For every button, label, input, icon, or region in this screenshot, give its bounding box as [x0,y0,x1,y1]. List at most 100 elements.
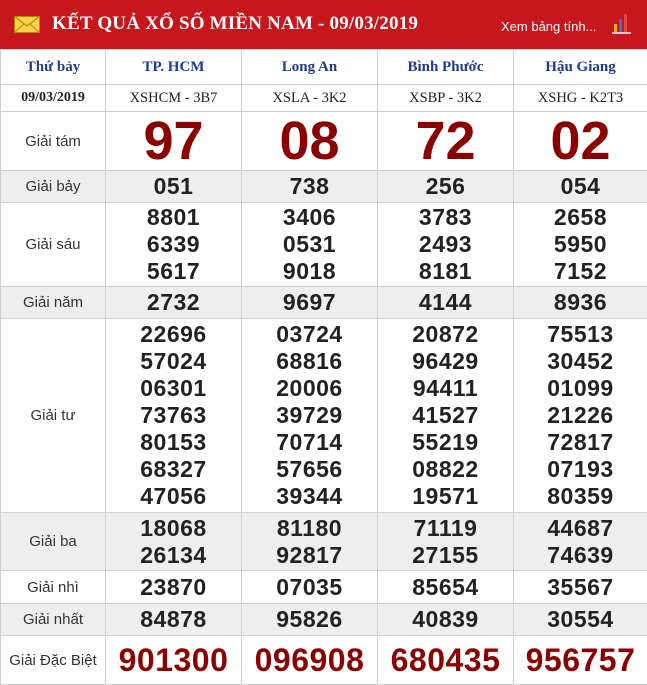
prize-label: Giải bảy [0,170,106,203]
prize-number: 22696 [140,321,207,347]
prize-number: 9018 [282,258,337,284]
prize-cell: 2732 [105,286,242,319]
results-table: Thứ bảy TP. HCM Long An Bình Phước Hậu G… [0,49,647,685]
prize-number: 2732 [146,289,201,315]
province-code-row: 09/03/2019 XSHCM - 3B7 XSLA - 3K2 XSBP -… [0,84,647,112]
prize-number: 74639 [547,541,614,568]
prize-cell: 03724 68816 20006 39729 70714 57656 39344 [241,318,378,513]
prize-number: 41527 [412,402,479,428]
prize-number: 57656 [276,456,343,482]
prize-number: 02 [550,111,611,171]
prize-number: 06301 [140,375,207,401]
prize-number: 85654 [412,573,479,600]
prize-cell: 8936 [513,286,647,319]
prize-label: Giải nhì [0,570,106,604]
prize-number: 20006 [276,375,343,401]
prize-cell: 256 [377,170,514,203]
prize-number: 68327 [140,456,207,482]
prize-cell: 72 [377,111,514,171]
prize-number: 2493 [418,231,473,257]
prize-cell: 35567 [513,570,647,604]
special-prize-number: 956757 [525,642,636,678]
prize-cell: 738 [241,170,378,203]
prize-number: 054 [560,173,601,199]
prize-number: 39344 [276,483,343,509]
prize-cell: 901300 [105,635,242,685]
prize-number: 4144 [418,289,473,315]
prize-number: 21226 [547,402,614,428]
prize-label: Giải ba [0,512,106,571]
province-code: XSBP - 3K2 [377,84,514,112]
prize-cell: 9697 [241,286,378,319]
prize-number: 73763 [140,402,207,428]
prize-number: 5950 [553,231,608,257]
page-title: KẾT QUẢ XỔ SỐ MIỀN NAM - 09/03/2019 [52,13,419,34]
prize-number: 30452 [547,348,614,374]
prize-number: 80153 [140,429,207,455]
province-name[interactable]: Long An [241,49,378,85]
prize-cell: 81180 92817 [241,512,378,571]
prize-number: 55219 [412,429,479,455]
prize-label: Giải tư [0,318,106,513]
prize-number: 08 [279,111,340,171]
prize-cell: 096908 [241,635,378,685]
view-table-link[interactable]: Xem bảng tính... [501,19,596,34]
prize-4-row: Giải tư 22696 57024 06301 73763 80153 68327 470… [0,318,647,513]
prize-number: 84878 [140,606,207,632]
prize-cell: 3783 2493 8181 [377,202,514,287]
prize-cell: 08 [241,111,378,171]
special-prize-number: 680435 [390,642,501,678]
prize-cell: 051 [105,170,242,203]
prize-number: 9697 [282,289,337,315]
prize-number: 738 [289,173,330,199]
prize-number: 47056 [140,483,207,509]
prize-number: 40839 [412,606,479,632]
prize-number: 18068 [140,514,207,541]
prize-special-row: Giải Đặc Biệt 901300 096908 680435 956757 [0,635,647,685]
prize-number: 72 [415,111,476,171]
prize-number: 6339 [146,231,201,257]
special-prize-number: 901300 [118,642,229,678]
prize-number: 051 [153,173,194,199]
prize-cell: 680435 [377,635,514,685]
prize-number: 71119 [413,514,478,541]
prize-cell: 23870 [105,570,242,604]
prize-number: 3406 [282,204,337,230]
prize-number: 97 [143,111,204,171]
prize-3-row: Giải ba 18068 26134 81180 92817 71119 27155 446… [0,512,647,571]
chart-icon[interactable] [612,12,632,34]
prize-label: Giải tám [0,111,106,171]
province-name[interactable]: TP. HCM [105,49,242,85]
prize-number: 70714 [276,429,343,455]
prize-label: Giải nhất [0,603,106,636]
prize-cell: 3406 0531 9018 [241,202,378,287]
prize-label: Giải Đặc Biệt [0,635,106,685]
prize-number: 3783 [418,204,473,230]
province-code: XSLA - 3K2 [241,84,378,112]
prize-number: 8181 [418,258,473,284]
prize-cell: 95826 [241,603,378,636]
prize-cell: 18068 26134 [105,512,242,571]
prize-number: 80359 [547,483,614,509]
province-name[interactable]: Bình Phước [377,49,514,85]
prize-cell: 07035 [241,570,378,604]
prize-number: 57024 [140,348,207,374]
special-prize-number: 096908 [254,642,365,678]
prize-number: 75513 [547,321,614,347]
draw-date: 09/03/2019 [0,84,106,112]
prize-cell: 956757 [513,635,647,685]
prize-cell: 30554 [513,603,647,636]
prize-number: 08822 [412,456,479,482]
prize-number: 30554 [547,606,614,632]
province-code: XSHG - K2T3 [513,84,647,112]
province-name[interactable]: Hậu Giang [513,49,647,85]
prize-number: 01099 [547,375,614,401]
prize-number: 35567 [547,573,614,600]
prize-number: 27155 [412,541,479,568]
prize-cell: 054 [513,170,647,203]
prize-cell: 4144 [377,286,514,319]
province-code: XSHCM - 3B7 [105,84,242,112]
prize-number: 8936 [553,289,608,315]
prize-cell: 71119 27155 [377,512,514,571]
prize-number: 7152 [553,258,608,284]
